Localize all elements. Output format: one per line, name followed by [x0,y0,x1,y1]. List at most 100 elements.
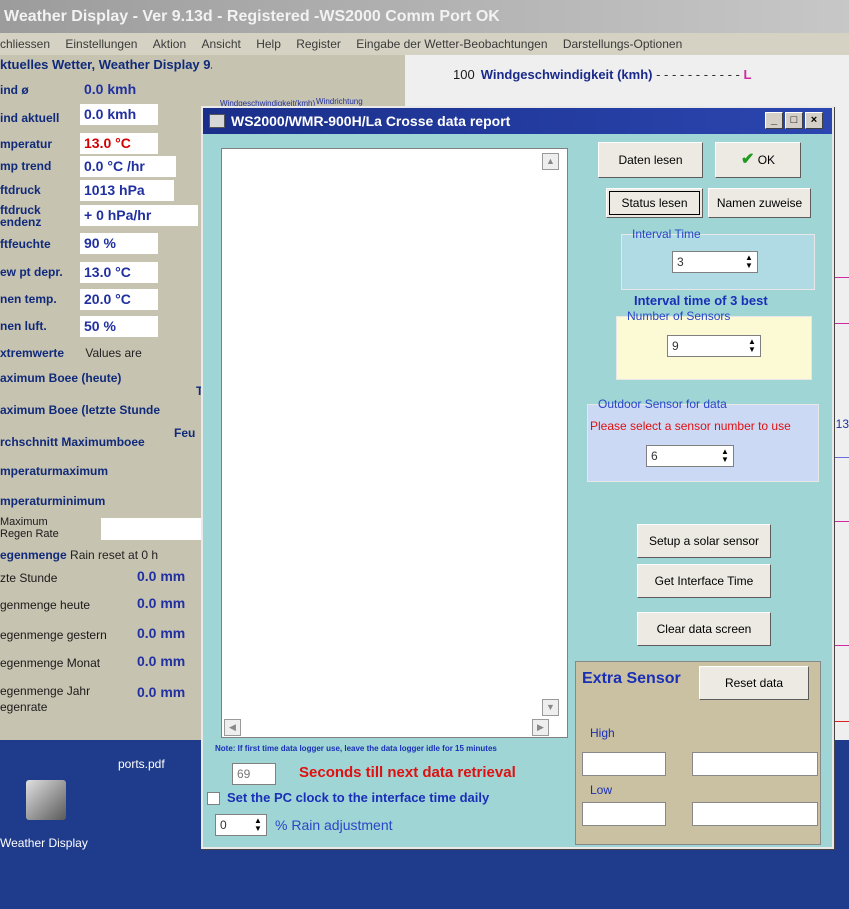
rain-title: egenmenge Rain reset at 0 h [0,548,159,562]
read-data-button[interactable]: Daten lesen [598,142,703,178]
menu-item-aktion[interactable]: Aktion [153,37,186,51]
reset-data-button[interactable]: Reset data [699,666,809,700]
dialog-title: WS2000/WMR-900H/La Crosse data report [231,113,511,129]
high-label: High [590,726,615,740]
row-label-pressure-trend: ftdruck endenz [0,203,42,229]
interval-note: Interval time of 3 best [634,293,768,308]
high-field-1[interactable] [582,752,666,776]
spinner-arrows-icon[interactable]: ▲ ▼ [743,254,755,270]
rain-value-today: 0.0 mm [137,595,186,611]
maximize-icon[interactable]: □ [785,112,803,129]
menu-item-ansicht[interactable]: Ansicht [201,37,240,51]
current-weather-panel: ktuelles Wetter, Weather Display 9.13d i… [0,55,237,740]
interval-time-group: Interval Time 3 ▲ ▼ [621,227,815,290]
scroll-right-icon[interactable]: ▶ [532,719,549,736]
assign-names-button[interactable]: Namen zuweise [708,188,811,218]
minimize-icon[interactable]: _ [765,112,783,129]
row-label-dewpoint: ew pt depr. [0,265,63,279]
menu-bar: chliessen Einstellungen Aktion Ansicht H… [0,33,849,55]
main-window-title: Weather Display - Ver 9.13d - Registered… [0,0,849,33]
row-value-temp: 13.0 °C [80,133,158,154]
rain-label-year: egenmenge Jahr [0,684,91,698]
weather-display-app-icon[interactable] [26,780,66,820]
outdoor-sensor-spinner[interactable]: 6 ▲ ▼ [646,445,734,467]
rain-label-today: genmenge heute [0,598,91,612]
menu-item-einstellungen[interactable]: Einstellungen [65,37,137,51]
row-value-dewpoint: 13.0 °C [80,262,158,283]
outdoor-sensor-group: Outdoor Sensor for data Please select a … [587,397,819,482]
setup-solar-button[interactable]: Setup a solar sensor [637,524,771,558]
row-label-wind-now: ind aktuell [0,111,60,125]
menu-item-schliessen[interactable]: chliessen [0,37,50,51]
row-value-wind-avg: 0.0 kmh [84,81,137,97]
data-report-dialog: WS2000/WMR-900H/La Crosse data report _ … [201,106,834,849]
countdown-label: Seconds till next data retrieval [299,764,516,781]
rain-label-yesterday: egenmenge gestern [0,628,107,642]
outdoor-sensor-note: Please select a sensor number to use [590,419,791,433]
menu-item-darstellungs[interactable]: Darstellungs-Optionen [563,37,682,51]
checkmark-icon: ✔ [740,151,755,168]
graph-edge-number: 13 [835,417,849,431]
extreme-temp-max: mperaturmaximum [0,464,109,478]
row-label-humidity: ftfeuchte [0,237,51,251]
graph-ytick: 100 [453,67,475,82]
low-label: Low [590,783,613,797]
set-clock-label[interactable]: Set the PC clock to the interface time d… [227,790,489,805]
graph-edge-letter: L [743,67,752,82]
row-value-indoor-temp: 20.0 °C [80,289,158,310]
app-icon [209,114,225,128]
clear-data-button[interactable]: Clear data screen [637,612,771,646]
read-status-button[interactable]: Status lesen [606,188,703,218]
side-label-feu: Feu [174,426,196,440]
row-value-temp-trend: 0.0 °C /hr [80,156,176,177]
outdoor-sensor-title: Outdoor Sensor for data [598,397,727,411]
logger-note: Note: If first time data logger use, lea… [215,744,497,753]
ok-button[interactable]: ✔ OK [715,142,801,178]
scroll-down-icon[interactable]: ▼ [542,699,559,716]
spinner-arrows-icon[interactable]: ▲ ▼ [719,448,731,464]
scroll-up-icon[interactable]: ▲ [542,153,559,170]
desktop-icon-label[interactable]: Weather Display [0,836,88,850]
panel-header: ktuelles Wetter, Weather Display 9.13d [0,57,237,72]
spinner-arrows-icon[interactable]: ▲ ▼ [252,817,264,833]
low-field-1[interactable] [582,802,666,826]
low-field-2[interactable] [692,802,818,826]
rain-rate-label: egenrate [0,700,48,714]
desktop-file-ports[interactable]: ports.pdf [118,757,165,771]
row-label-temp: mperatur [0,137,53,151]
menu-item-eingabe[interactable]: Eingabe der Wetter-Beobachtungen [356,37,547,51]
row-value-humidity: 90 % [80,233,158,254]
gauge-label-wind-direction: Windrichtung [316,97,363,106]
scroll-left-icon[interactable]: ◀ [224,719,241,736]
close-icon[interactable]: × [805,112,823,129]
rain-adjust-spinner[interactable]: 0 ▲ ▼ [215,814,267,836]
row-value-indoor-hum: 50 % [80,316,158,337]
high-field-2[interactable] [692,752,818,776]
extra-sensor-title: Extra Sensor [582,670,681,687]
extreme-avg-max-gust: rchschnitt Maximumboee [0,435,145,449]
interval-time-title: Interval Time [632,227,701,241]
rain-label-month: egenmenge Monat [0,656,101,670]
menu-item-register[interactable]: Register [296,37,341,51]
row-label-indoor-temp: nen temp. [0,292,57,306]
interval-time-spinner[interactable]: 3 ▲ ▼ [672,251,758,273]
extremes-title: xtremwerte Values are [0,346,142,360]
graph-title: Windgeschwindigkeit (kmh) [480,67,653,82]
data-log-textarea[interactable]: ▲ ▼ ◀ ▶ [221,148,568,738]
row-value-pressure-trend: + 0 hPa/hr [80,205,198,226]
set-clock-checkbox[interactable] [207,792,220,805]
spinner-arrows-icon[interactable]: ▲ ▼ [746,338,758,354]
number-of-sensors-title: Number of Sensors [627,309,731,323]
get-interface-time-button[interactable]: Get Interface Time [637,564,771,598]
row-value-wind-now: 0.0 kmh [80,104,158,125]
menu-item-help[interactable]: Help [256,37,281,51]
rain-adjust-label: % Rain adjustment [275,817,393,833]
number-of-sensors-group: Number of Sensors 9 ▲ ▼ [616,309,812,380]
dialog-titlebar[interactable]: WS2000/WMR-900H/La Crosse data report _ … [203,108,832,134]
row-label-temp-trend: mp trend [0,159,52,173]
rain-label-hour: zte Stunde [0,571,58,585]
number-of-sensors-spinner[interactable]: 9 ▲ ▼ [667,335,761,357]
extra-sensor-panel: Extra Sensor Reset data High Low [575,661,821,845]
max-rain-rate-field [101,518,205,540]
rain-value-year: 0.0 mm [137,684,186,700]
